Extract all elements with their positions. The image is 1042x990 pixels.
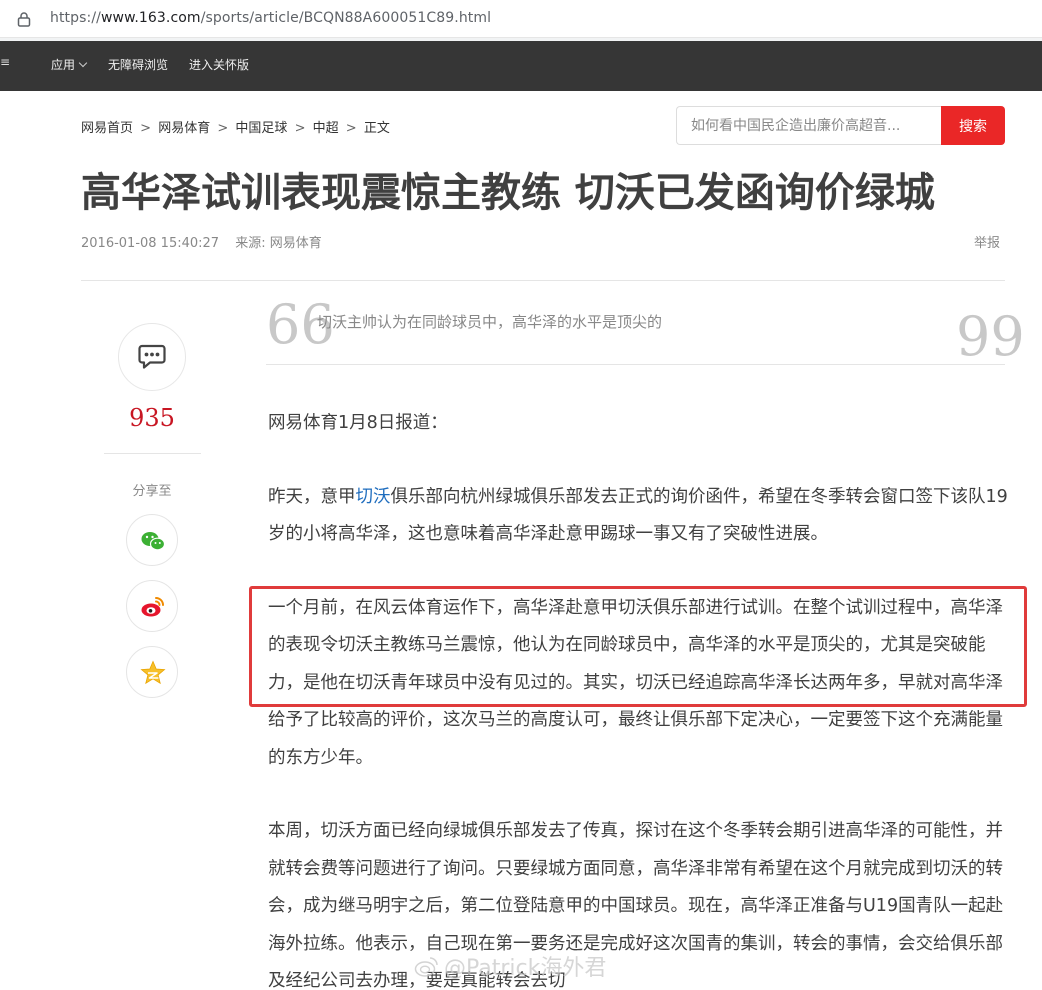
breadcrumb: 网易首页 > 网易体育 > 中国足球 > 中超 > 正文	[81, 117, 390, 136]
breadcrumb-separator: >	[217, 121, 229, 136]
nav-item-accessibility[interactable]: 无障碍浏览	[108, 56, 168, 73]
share-qzone-button[interactable]	[126, 646, 178, 698]
highlight-annotation-box	[249, 586, 1027, 707]
quote-close-icon: 99	[956, 305, 1025, 368]
wechat-icon	[141, 532, 166, 551]
qzone-icon	[140, 660, 166, 685]
quote-divider	[266, 364, 1005, 365]
search-box: 搜索	[676, 106, 1005, 145]
menu-edge-icon[interactable]: ≡	[0, 55, 10, 69]
weibo-watermark-icon	[414, 957, 438, 977]
header-divider	[81, 280, 1005, 281]
publish-datetime: 2016-01-08 15:40:27	[81, 236, 220, 251]
article-title: 高华泽试训表现震惊主教练 切沃已发函询价绿城	[81, 170, 935, 216]
breadcrumb-separator: >	[294, 121, 306, 136]
share-label: 分享至	[132, 484, 172, 499]
article-paragraph: 本周，切沃方面已经向绿城俱乐部发去了传真，探讨在这个冬季转会期引进高华泽的可能性…	[268, 821, 1004, 990]
browser-address-bar: https://www.163.com/sports/article/BCQN8…	[0, 0, 1042, 38]
breadcrumb-item-china-football[interactable]: 中国足球	[235, 121, 287, 136]
chievo-link[interactable]: 切沃	[356, 487, 391, 507]
comment-button[interactable]	[118, 323, 186, 391]
search-input[interactable]	[676, 106, 942, 145]
article-source[interactable]: 来源: 网易体育	[235, 236, 322, 251]
chevron-down-icon	[78, 58, 88, 68]
lock-icon[interactable]	[17, 11, 31, 27]
watermark: @Patrick海外君	[414, 950, 606, 982]
comment-count[interactable]: 935	[81, 404, 223, 432]
breadcrumb-item-current: 正文	[363, 121, 390, 136]
share-wechat-button[interactable]	[126, 514, 178, 566]
sidebar-divider	[104, 453, 201, 454]
search-button[interactable]: 搜索	[941, 106, 1005, 145]
breadcrumb-separator: >	[345, 121, 357, 136]
breadcrumb-separator: >	[140, 121, 152, 136]
nav-item-apps[interactable]: 应用	[51, 56, 88, 73]
breadcrumb-item-home[interactable]: 网易首页	[81, 121, 133, 136]
weibo-icon	[141, 597, 164, 617]
nav-item-care-mode[interactable]: 进入关怀版	[189, 56, 249, 73]
share-weibo-button[interactable]	[126, 580, 178, 632]
breadcrumb-item-csl[interactable]: 中超	[313, 121, 339, 136]
url-text[interactable]: https://www.163.com/sports/article/BCQN8…	[50, 10, 491, 26]
top-navigation: ≡ 应用 无障碍浏览 进入关怀版	[0, 41, 1042, 91]
report-link[interactable]: 举报	[974, 232, 1000, 251]
comment-icon	[138, 344, 166, 369]
article-paragraph: 网易体育1月8日报道：	[268, 413, 448, 433]
article-meta: 2016-01-08 15:40:27 来源: 网易体育	[81, 232, 322, 251]
article-paragraph: 昨天，意甲切沃俱乐部向杭州绿城俱乐部发去正式的询价函件，希望在冬季转会窗口签下该…	[268, 486, 1008, 545]
breadcrumb-item-sports[interactable]: 网易体育	[158, 121, 210, 136]
article-summary-quote: 切沃主帅认为在同龄球员中，高华泽的水平是顶尖的	[317, 313, 663, 331]
